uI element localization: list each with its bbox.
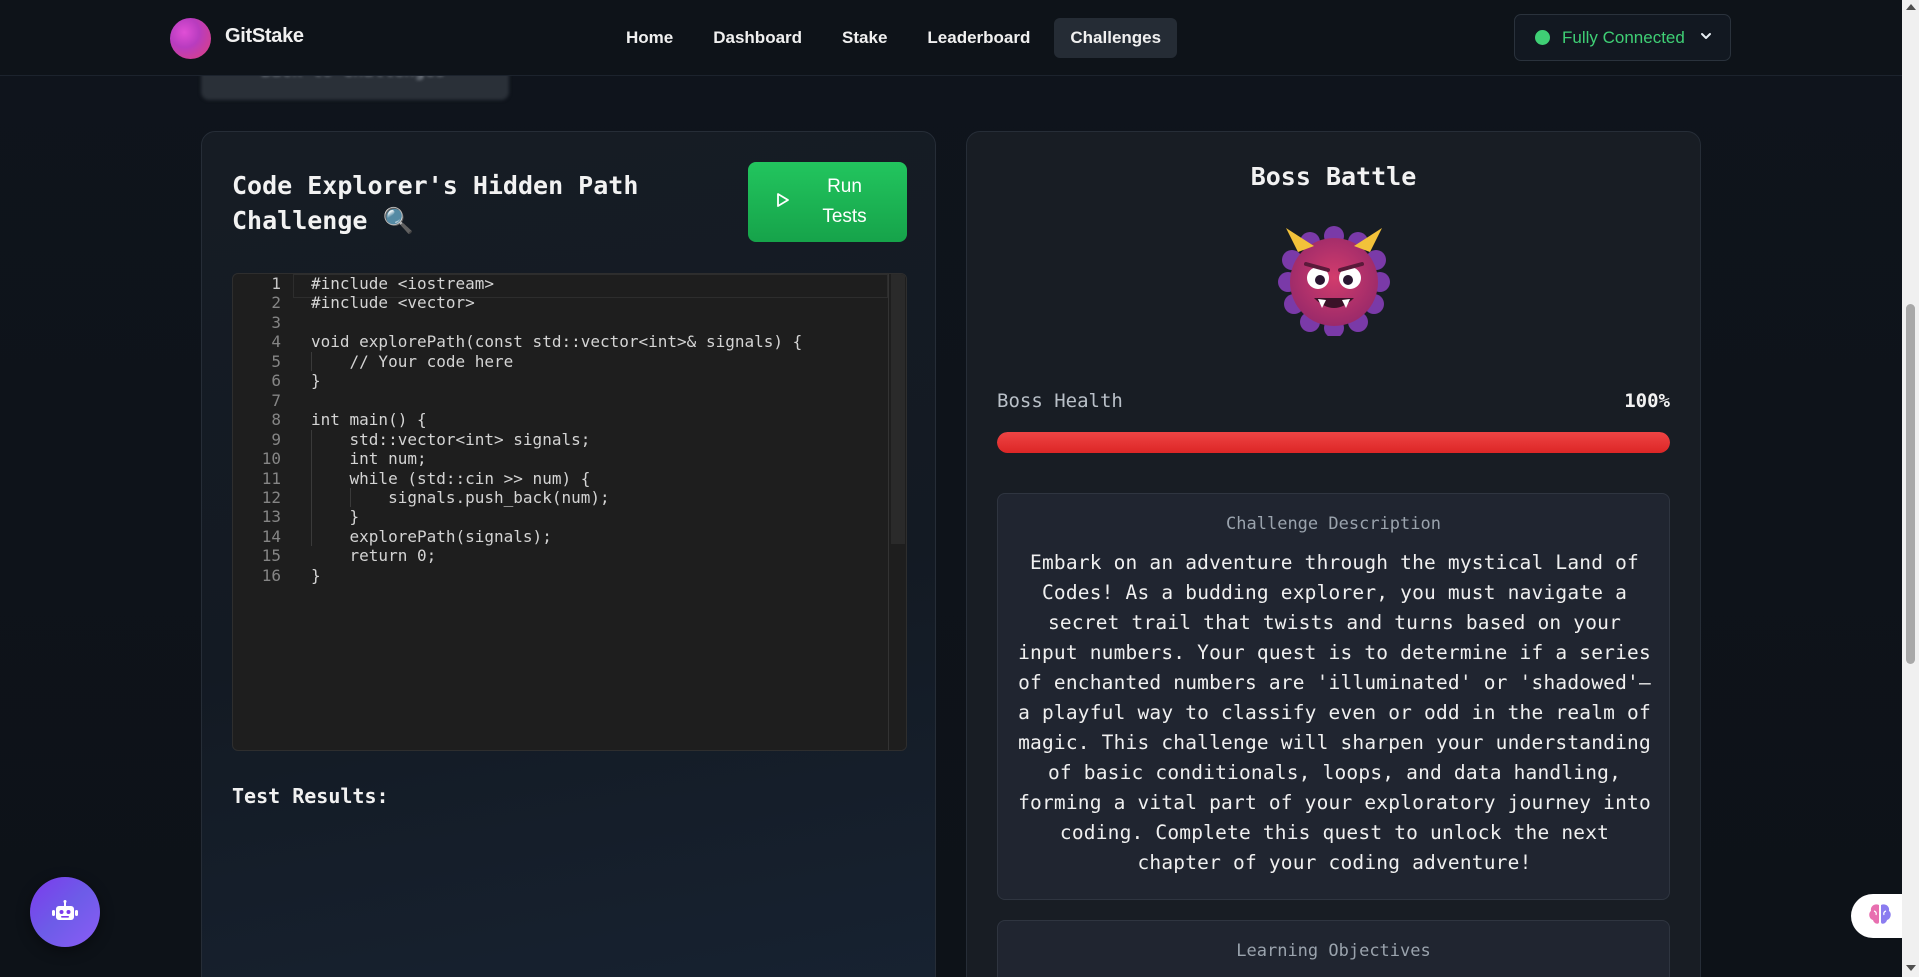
connection-status-label: Fully Connected xyxy=(1562,27,1685,47)
nav-link-challenges[interactable]: Challenges xyxy=(1054,18,1178,58)
connection-status-button[interactable]: Fully Connected xyxy=(1514,14,1731,61)
code-line[interactable]: 2 #include <vector> xyxy=(233,293,883,312)
line-number: 9 xyxy=(271,429,281,449)
code-line[interactable]: 15 return 0; xyxy=(233,546,883,565)
editor-scrollbar-thumb[interactable] xyxy=(891,274,905,544)
nav-link-leaderboard[interactable]: Leaderboard xyxy=(911,18,1046,58)
line-number: 4 xyxy=(271,332,281,352)
boss-battle-title: Boss Battle xyxy=(1250,162,1417,191)
editor-scrollbar[interactable] xyxy=(888,274,906,750)
challenge-panel: Code Explorer's Hidden Path Challenge 🔍 … xyxy=(201,131,936,977)
line-number: 5 xyxy=(271,351,281,371)
boss-panel: Boss Battle Boss Health 100% Challenge D… xyxy=(966,131,1701,977)
chevron-down-icon xyxy=(1699,29,1713,47)
boss-health-fill xyxy=(997,432,1670,453)
code-text: int num; xyxy=(311,449,427,469)
code-text: // Your code here xyxy=(311,351,514,371)
line-number: 2 xyxy=(271,293,281,313)
code-line[interactable]: 5 // Your code here xyxy=(233,352,883,371)
challenge-title: Code Explorer's Hidden Path Challenge 🔍 xyxy=(232,168,652,238)
assistant-bot-button[interactable] xyxy=(30,877,100,947)
indent-guide xyxy=(311,429,312,547)
code-line[interactable]: 10 int num; xyxy=(233,449,883,468)
run-tests-button[interactable]: Run Tests xyxy=(748,162,907,242)
code-text: return 0; xyxy=(311,546,437,566)
code-text: while (std::cin >> num) { xyxy=(311,468,591,488)
code-text: int main() { xyxy=(311,410,427,430)
line-number: 14 xyxy=(261,526,281,546)
nav-link-stake[interactable]: Stake xyxy=(826,18,903,58)
code-line[interactable]: 1 #include <iostream> xyxy=(233,274,883,293)
code-text: #include <vector> xyxy=(311,293,475,313)
code-line[interactable]: 8 int main() { xyxy=(233,410,883,429)
nav-link-dashboard[interactable]: Dashboard xyxy=(697,18,818,58)
code-text: #include <iostream> xyxy=(311,274,495,293)
code-line[interactable]: 9 std::vector<int> signals; xyxy=(233,430,883,449)
test-results-heading: Test Results: xyxy=(232,784,389,808)
code-text: } xyxy=(311,371,321,391)
challenge-description-heading: Challenge Description xyxy=(1226,514,1441,534)
line-number: 7 xyxy=(271,390,281,410)
play-icon xyxy=(776,192,790,212)
code-text: explorePath(signals); xyxy=(311,526,552,546)
scroll-down-arrow-icon[interactable] xyxy=(1906,965,1916,971)
indent-guide xyxy=(311,351,312,372)
learning-objectives-heading: Learning Objectives xyxy=(1236,941,1431,961)
line-number: 3 xyxy=(271,312,281,332)
robot-icon xyxy=(52,899,78,925)
boss-health-label: Boss Health xyxy=(997,390,1123,412)
code-text: signals.push_back(num); xyxy=(311,487,610,507)
ogre-face-icon xyxy=(1278,224,1390,338)
code-line[interactable]: 6} xyxy=(233,371,883,390)
line-number: 16 xyxy=(261,565,281,585)
line-number: 1 xyxy=(271,274,281,293)
learning-objectives-card: Learning Objectives xyxy=(997,920,1670,977)
code-line[interactable]: 7 xyxy=(233,391,883,410)
code-line[interactable]: 12 signals.push_back(num); xyxy=(233,488,883,507)
brain-icon xyxy=(1867,902,1893,930)
main-nav: Home Dashboard Stake Leaderboard Challen… xyxy=(610,18,1178,58)
indent-guide xyxy=(350,487,351,508)
line-number: 10 xyxy=(261,449,281,469)
scroll-up-arrow-icon[interactable] xyxy=(1906,4,1916,10)
line-number: 15 xyxy=(261,546,281,566)
code-editor[interactable]: 1 #include <iostream> 2 #include <vector> 3 4… xyxy=(232,273,907,751)
page-scrollbar[interactable] xyxy=(1902,0,1919,977)
code-text: } xyxy=(311,507,360,527)
code-line[interactable]: 3 xyxy=(233,313,883,332)
brand-name[interactable]: GitStake xyxy=(225,25,304,48)
code-text: void explorePath(const std::vector<int>&… xyxy=(311,332,803,352)
code-line[interactable]: 16} xyxy=(233,566,883,585)
nav-link-home[interactable]: Home xyxy=(610,18,689,58)
top-navbar: GitStake Home Dashboard Stake Leaderboar… xyxy=(0,0,1902,76)
code-line[interactable]: 14 explorePath(signals); xyxy=(233,527,883,546)
challenge-description-card: Challenge Description Embark on an adven… xyxy=(997,493,1670,900)
line-number: 8 xyxy=(271,410,281,430)
boss-health-percent: 100% xyxy=(1624,390,1670,412)
line-number: 6 xyxy=(271,371,281,391)
code-text: std::vector<int> signals; xyxy=(311,429,591,449)
brain-helper-button[interactable] xyxy=(1851,894,1909,938)
code-line[interactable]: 13 } xyxy=(233,507,883,526)
status-dot-icon xyxy=(1535,30,1550,45)
boss-health-bar xyxy=(997,432,1670,453)
code-line[interactable]: 4 void explorePath(const std::vector<int>… xyxy=(233,332,883,351)
page-scrollbar-thumb[interactable] xyxy=(1906,304,1915,664)
line-number: 11 xyxy=(261,468,281,488)
challenge-description-text: Embark on an adventure through the mysti… xyxy=(1018,551,1651,874)
brand-logo-icon[interactable] xyxy=(170,18,211,59)
line-number: 13 xyxy=(261,507,281,527)
magnifier-icon: 🔍 xyxy=(382,206,414,235)
code-line[interactable]: 11 while (std::cin >> num) { xyxy=(233,469,883,488)
run-tests-label: Run Tests xyxy=(822,176,867,227)
challenge-title-text: Code Explorer's Hidden Path Challenge xyxy=(232,171,639,235)
code-text: } xyxy=(311,565,321,585)
line-number: 12 xyxy=(261,487,281,507)
